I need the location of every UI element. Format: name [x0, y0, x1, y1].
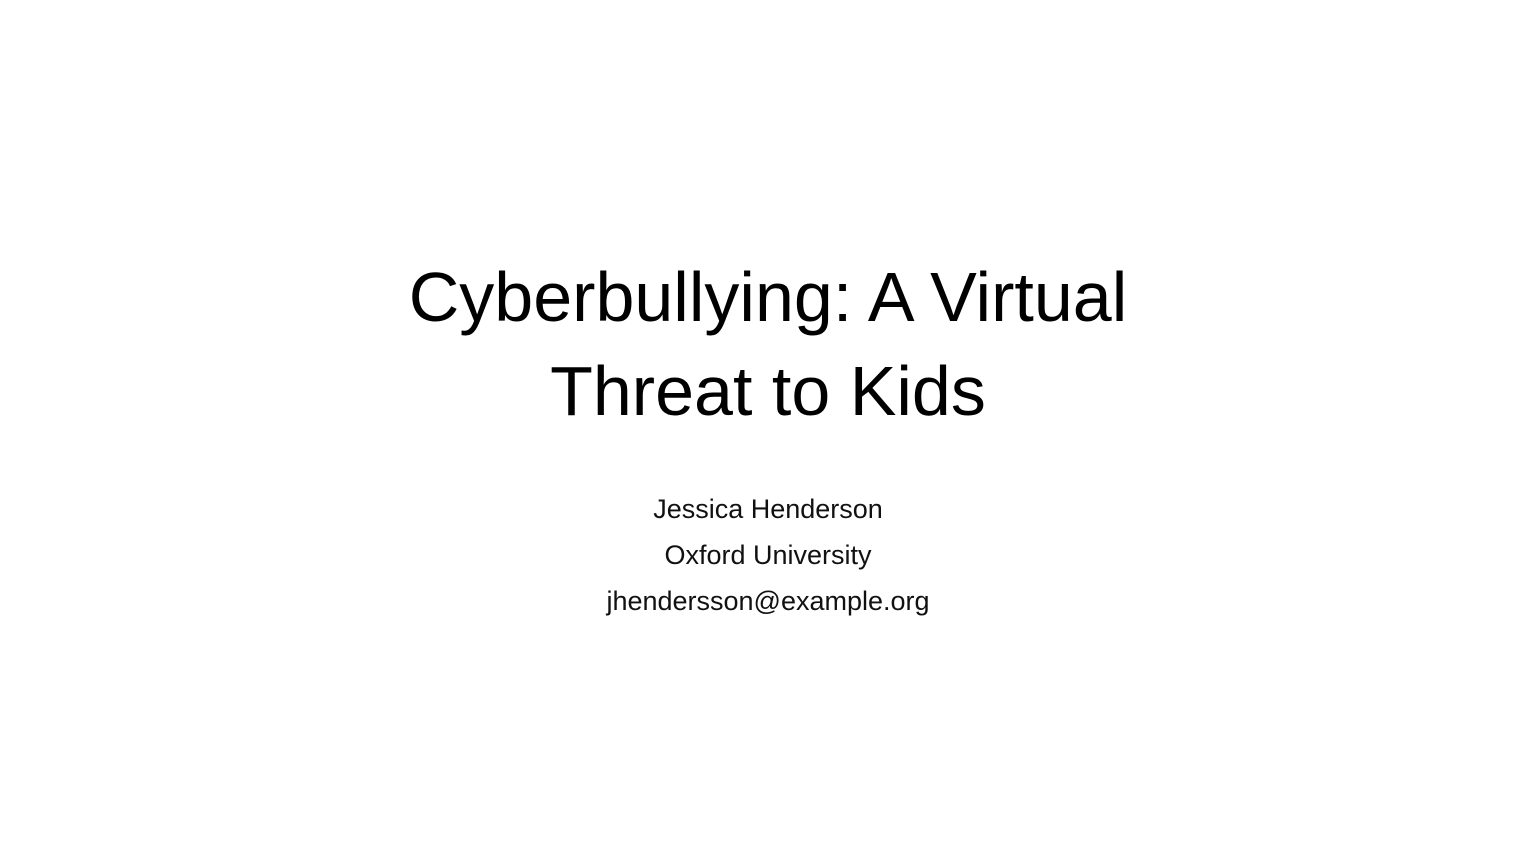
slide: Cyberbullying: A Virtual Threat to Kids …	[0, 0, 1536, 864]
author-name: Jessica Henderson	[653, 494, 883, 524]
title-line-2: Threat to Kids	[550, 352, 986, 430]
title-line-1: Cyberbullying: A Virtual	[408, 258, 1128, 336]
author-affiliation: Oxford University	[664, 540, 872, 570]
author-email: jhendersson@example.org	[606, 586, 930, 616]
slide-title[interactable]: Cyberbullying: A Virtual Threat to Kids	[268, 250, 1268, 438]
slide-subtitle[interactable]: Jessica Henderson Oxford University jhen…	[468, 486, 1068, 624]
